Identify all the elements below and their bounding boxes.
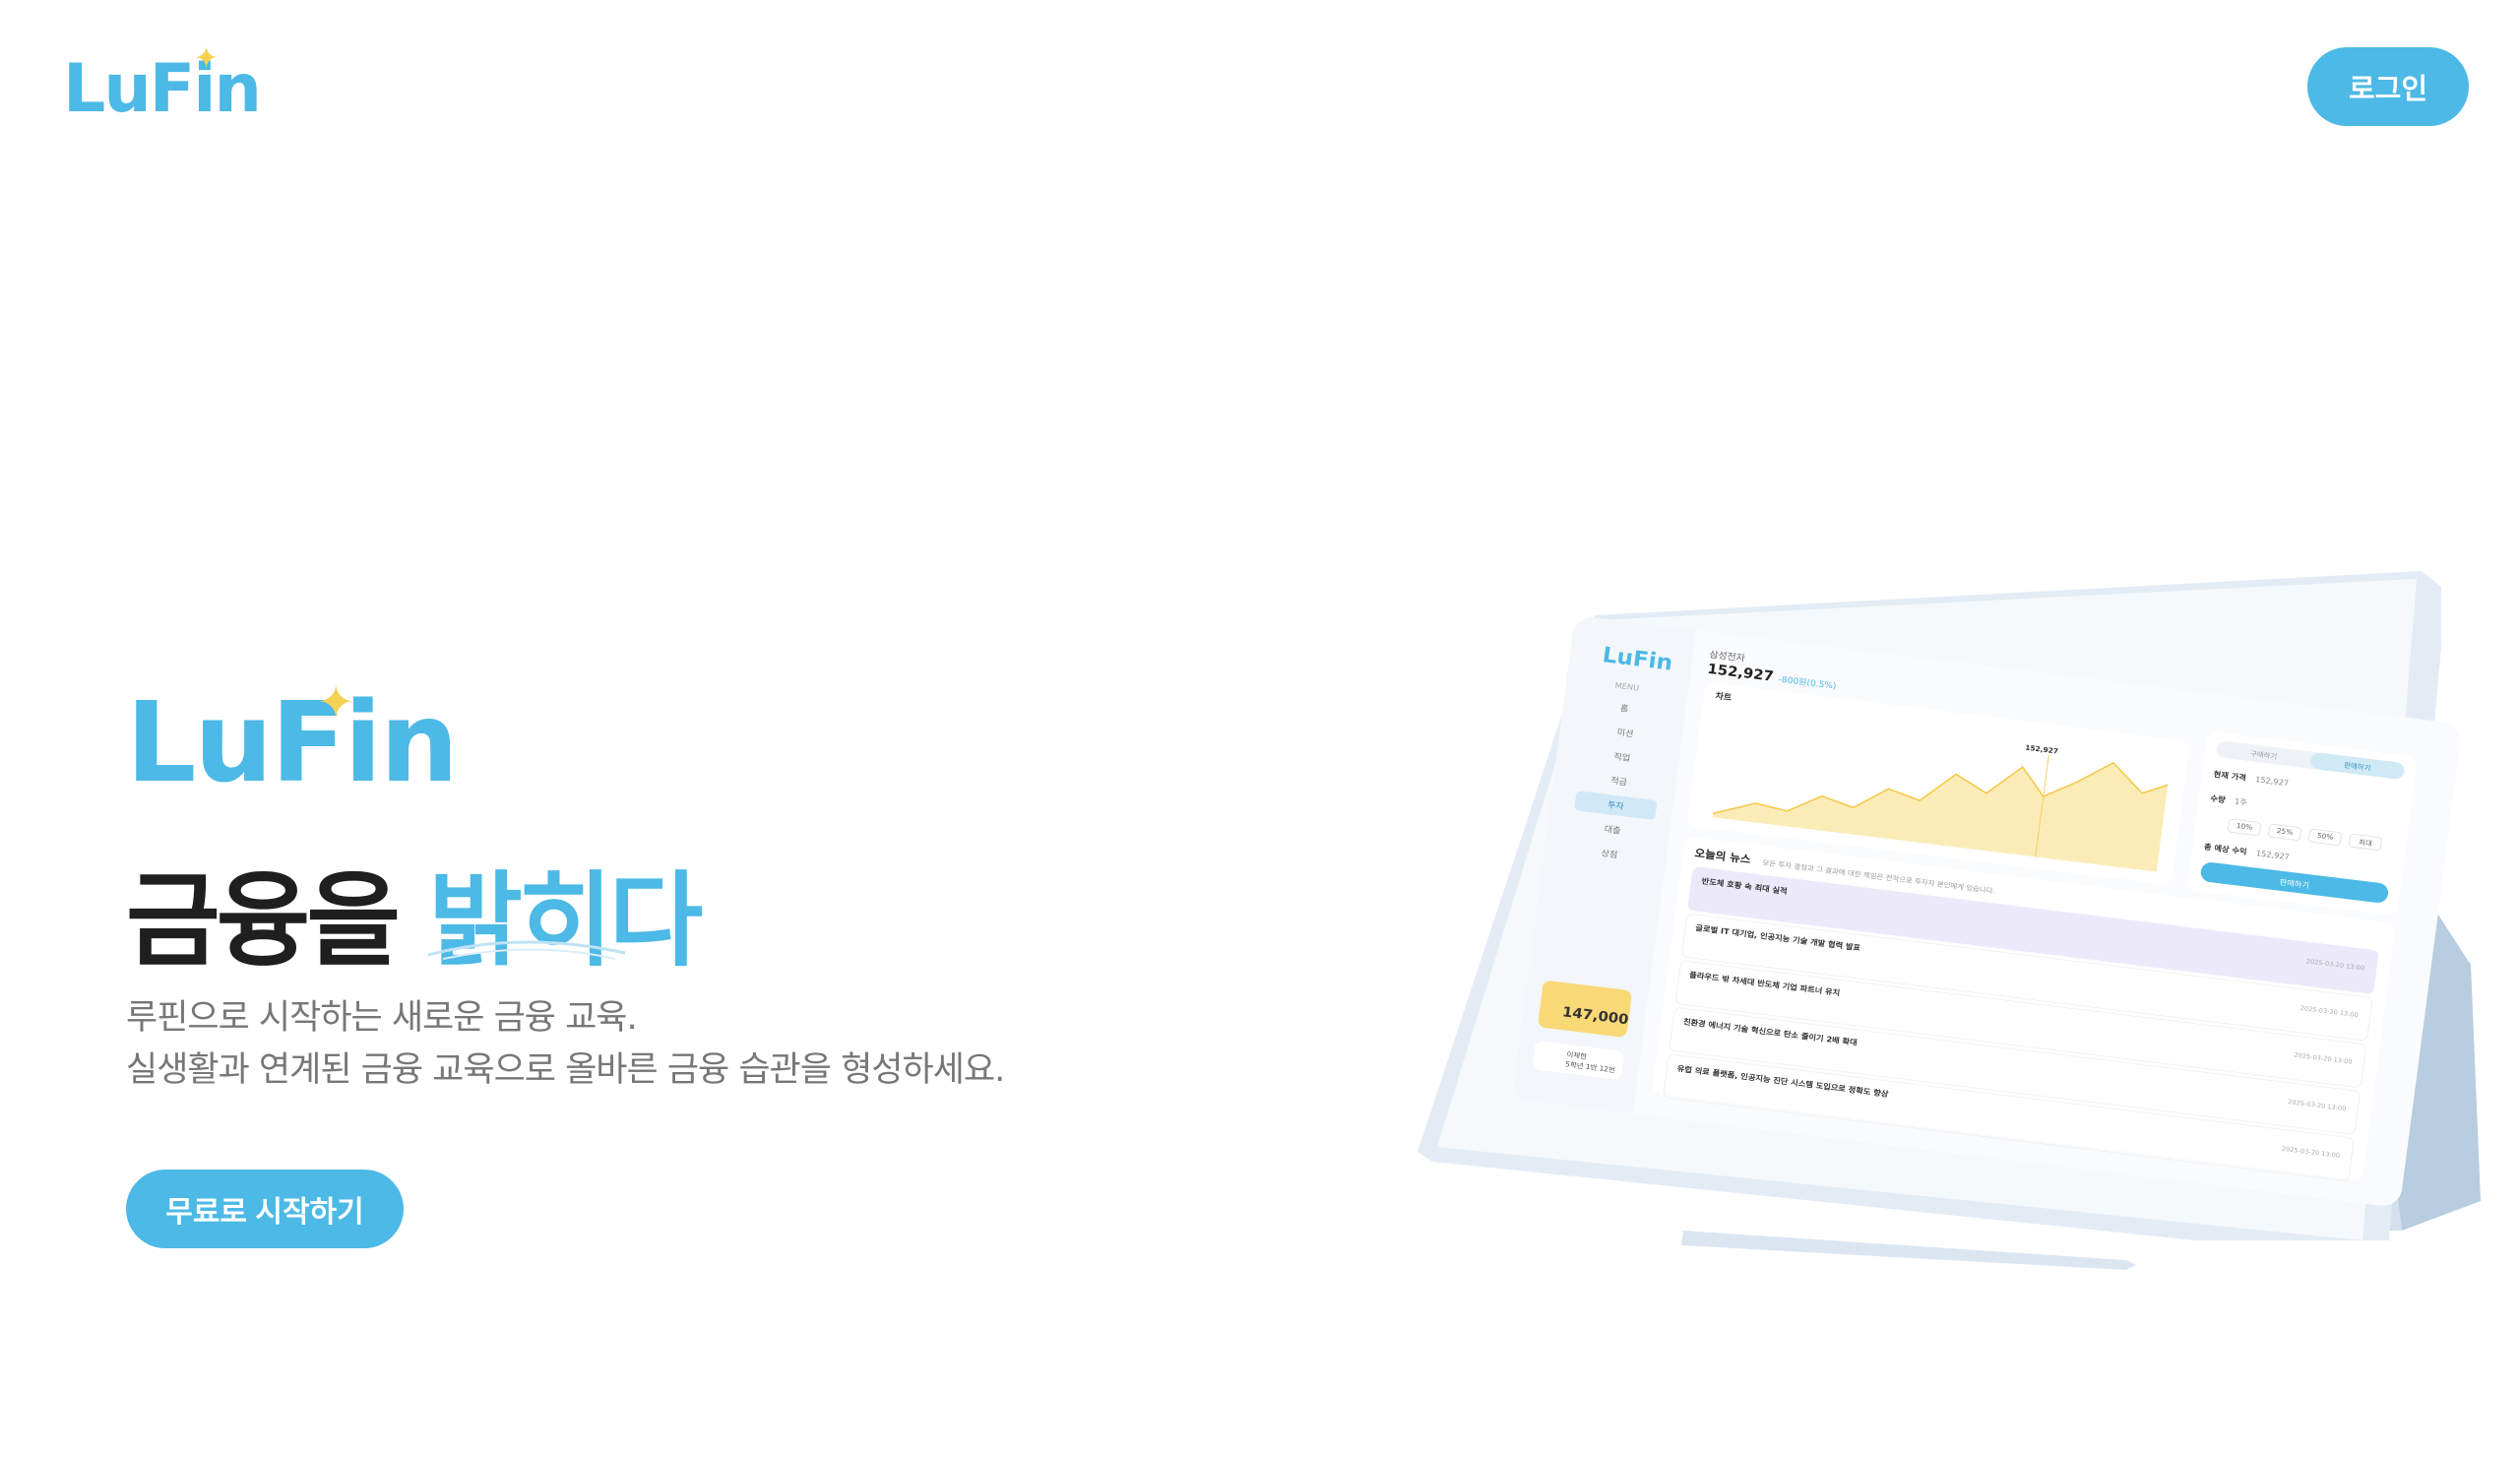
login-button[interactable]: 로그인 xyxy=(2307,47,2469,126)
stock-price-value: 152,927 xyxy=(1706,661,1775,685)
subtext-line-2: 실생활과 연계된 금융 교육으로 올바른 금융 습관을 형성하세요. xyxy=(126,1050,1005,1090)
quantity-label: 수량 xyxy=(2209,794,2227,805)
sparkle-icon: ✦ xyxy=(194,41,219,76)
expected-label: 총 예상 수익 xyxy=(2203,843,2247,857)
quantity-row: 수량 1주 xyxy=(2210,792,2248,807)
pct-25-button[interactable]: 25% xyxy=(2267,823,2302,842)
start-free-button[interactable]: 무료로 시작하기 xyxy=(126,1170,404,1248)
expected-row: 총 예상 수익 152,927 xyxy=(2203,840,2290,861)
hero-logo: LuFin ✦ xyxy=(126,675,459,807)
menu-title: MENU xyxy=(1614,681,1640,693)
tablet-mockup: LuFin MENU 홈 미션 직업 적금 투자 대출 상점 147,000 이… xyxy=(1418,571,2500,1299)
user-card[interactable]: 이채현 5학년 1반 12번 xyxy=(1532,1040,1625,1081)
balance-value: 147,000 xyxy=(1561,1003,1630,1029)
expected-value: 152,927 xyxy=(2255,849,2291,862)
stock-price-change: -800원(0.5%) xyxy=(1778,673,1838,691)
sell-button[interactable]: 판매하기 xyxy=(2199,860,2390,905)
tab-sell[interactable]: 판매하기 xyxy=(2309,751,2406,781)
headline-underline-decoration xyxy=(427,940,626,960)
current-price-label: 현재 가격 xyxy=(2213,770,2247,784)
subtext-line-1: 루핀으로 시작하는 새로운 금융 교육. xyxy=(126,998,638,1038)
sparkle-icon: ✦ xyxy=(317,675,355,728)
pct-50-button[interactable]: 50% xyxy=(2307,828,2343,847)
pct-10-button[interactable]: 10% xyxy=(2227,818,2262,837)
stylus-pencil xyxy=(1681,1231,2136,1270)
current-price-value: 152,927 xyxy=(2254,775,2290,789)
news-title-text: 오늘의 뉴스 xyxy=(1693,847,1752,867)
tab-buy[interactable]: 구매하기 xyxy=(2216,740,2311,769)
trade-panel: 구매하기 판매하기 현재 가격 152,927 수량 1주 10% 25% 50… xyxy=(2186,730,2418,917)
hero-logo-text: LuFin xyxy=(126,679,459,807)
header-logo[interactable]: LuFin ✦ xyxy=(63,41,262,128)
headline-dark: 금융을 xyxy=(126,860,401,981)
header-logo-text: LuFin xyxy=(63,50,262,128)
pct-max-button[interactable]: 최대 xyxy=(2348,833,2383,852)
app-logo: LuFin xyxy=(1601,642,1674,676)
app-main: 삼성전자 152,927 -800원(0.5%) 차트 152,927 구매하기… xyxy=(1651,647,2436,1189)
menu-item-shop[interactable]: 상점 xyxy=(1568,839,1652,868)
current-price-row: 현재 가격 152,927 xyxy=(2213,768,2290,789)
balance-card: 147,000 xyxy=(1537,980,1633,1039)
quantity-input[interactable]: 1주 xyxy=(2234,797,2247,807)
